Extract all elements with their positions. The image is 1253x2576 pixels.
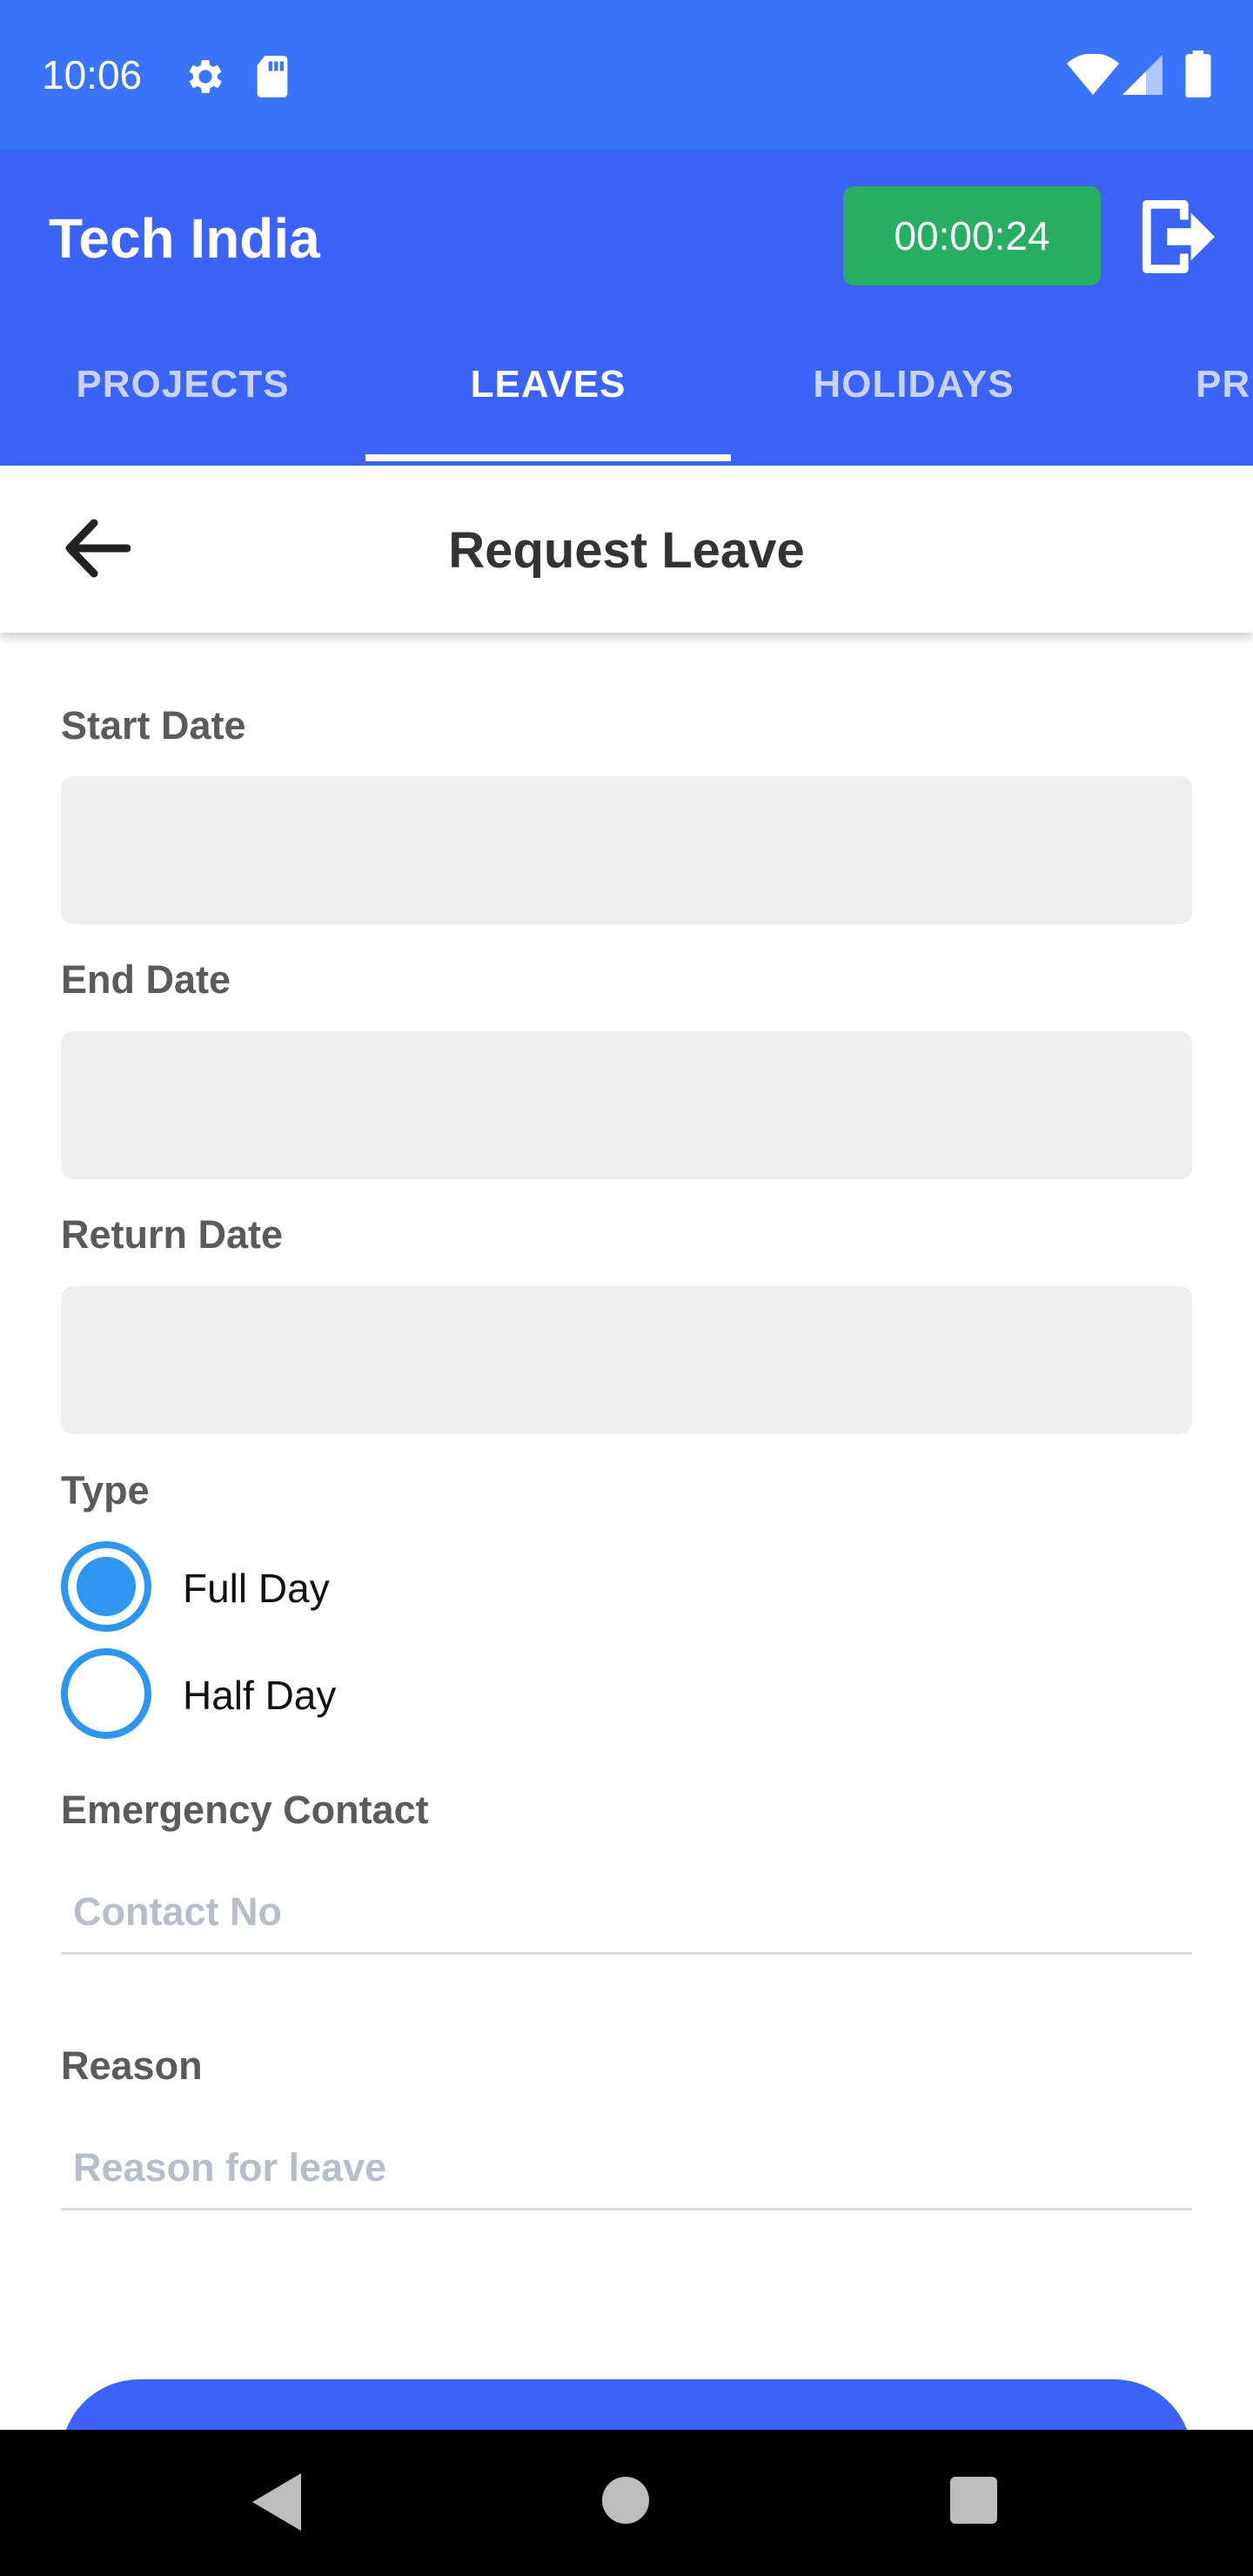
return-date-field[interactable] [61, 1286, 1192, 1434]
tab-leaves[interactable]: LEAVES [365, 315, 731, 466]
end-date-label: End Date [61, 957, 231, 1002]
tab-bar: PROJECTS LEAVES HOLIDAYS PR [0, 315, 1253, 466]
app-bar: Tech India 00:00:24 PROJECTS LEAVES HOLI… [0, 150, 1253, 466]
nav-home-icon[interactable] [602, 2477, 649, 2524]
emergency-contact-label: Emergency Contact [61, 1788, 429, 1832]
tab-profile[interactable]: PR [1096, 315, 1253, 466]
gear-icon [189, 60, 222, 93]
sd-card-icon [257, 56, 288, 97]
radio-half-day[interactable] [61, 1648, 151, 1739]
nav-recents-icon[interactable] [950, 2477, 997, 2524]
type-label: Type [61, 1468, 150, 1513]
timer-badge: 00:00:24 [843, 186, 1101, 285]
radio-full-day-label[interactable]: Full Day [183, 1564, 330, 1613]
navigation-bar [0, 2430, 1253, 2576]
reason-input[interactable] [61, 2127, 1192, 2210]
signal-icon [1122, 55, 1163, 95]
radio-full-day[interactable] [61, 1541, 151, 1632]
nav-back-icon[interactable] [252, 2473, 301, 2531]
tab-indicator [365, 454, 731, 461]
battery-icon [1185, 50, 1211, 97]
radio-selected-dot [77, 1557, 136, 1616]
end-date-field[interactable] [61, 1031, 1192, 1179]
status-bar: 10:06 [0, 0, 1253, 150]
page-title: Request Leave [448, 522, 805, 579]
logout-icon[interactable] [1140, 195, 1215, 278]
tab-holidays[interactable]: HOLIDAYS [731, 315, 1096, 466]
return-date-label: Return Date [61, 1212, 284, 1257]
contact-number-input[interactable] [61, 1871, 1192, 1955]
wifi-icon [1067, 54, 1119, 95]
tab-projects[interactable]: PROJECTS [0, 315, 365, 466]
start-date-label: Start Date [61, 703, 246, 748]
status-time: 10:06 [42, 52, 143, 97]
radio-half-day-label[interactable]: Half Day [183, 1671, 336, 1720]
app-title: Tech India [49, 207, 320, 270]
reason-label: Reason [61, 2043, 203, 2088]
page-header: Request Leave [0, 466, 1253, 633]
start-date-field[interactable] [61, 776, 1192, 924]
